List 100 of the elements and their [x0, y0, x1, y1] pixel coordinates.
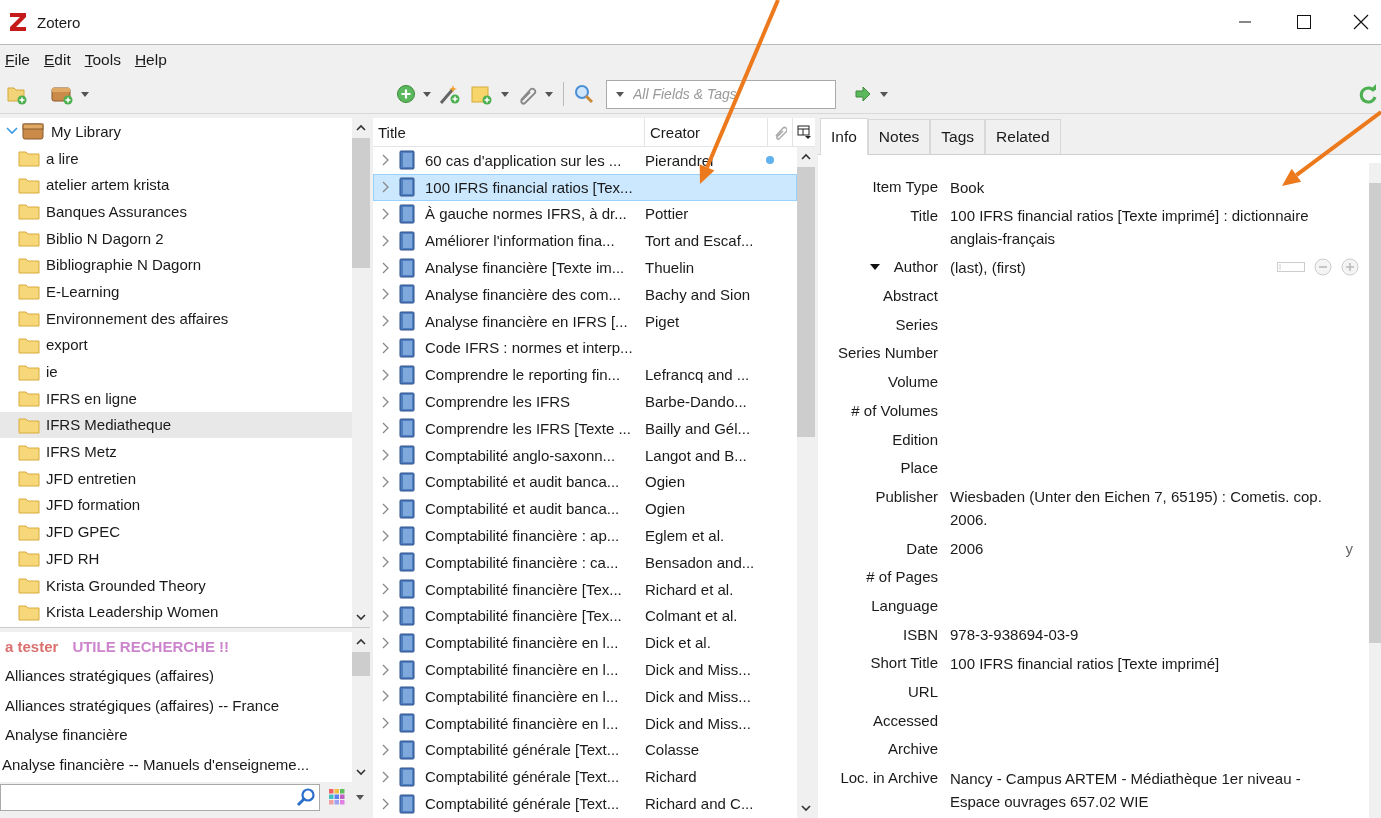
item-creator[interactable]: Tort and Escaf...	[645, 232, 763, 250]
item-creator[interactable]: Thuelin	[645, 259, 763, 277]
search-field[interactable]: All Fields & Tags	[606, 79, 836, 109]
chevron-right-icon[interactable]	[381, 770, 391, 783]
item-title[interactable]: Comptabilité générale [Text...	[425, 768, 645, 786]
field-value[interactable]: Book	[950, 175, 1345, 199]
menu-item[interactable]: Help	[134, 51, 175, 69]
menu-item[interactable]: Edit	[44, 51, 79, 69]
chevron-right-icon[interactable]	[381, 422, 391, 435]
tab[interactable]: Notes	[867, 119, 931, 154]
column-header[interactable]: Title	[373, 118, 645, 146]
collection-item[interactable]: JFD GPEC	[46, 523, 121, 541]
item-title[interactable]: Comptabilité financière [Tex...	[425, 607, 645, 625]
item-title[interactable]: Comptabilité financière en l...	[425, 634, 645, 652]
chevron-right-icon[interactable]	[381, 583, 391, 596]
collection-item[interactable]: ie	[46, 363, 58, 381]
collection-item[interactable]: a lire	[46, 149, 79, 167]
item-creator[interactable]: Langot and B...	[645, 446, 763, 464]
collection-item[interactable]: E-Learning	[46, 282, 120, 300]
item-creator[interactable]: Richard and C...	[645, 795, 763, 812]
item-title[interactable]: 100 IFRS financial ratios [Tex...	[425, 178, 645, 196]
item-title[interactable]: Comprendre les IFRS [Texte ...	[425, 419, 645, 437]
field-value[interactable]: 2006	[950, 537, 1345, 561]
item-title[interactable]: Comprendre les IFRS	[425, 393, 645, 411]
item-creator[interactable]: Dick and Miss...	[645, 714, 763, 732]
item-title[interactable]: Analyse financière des com...	[425, 285, 645, 303]
chevron-right-icon[interactable]	[381, 556, 391, 569]
tag[interactable]: Alliances stratégiques (affaires)	[5, 667, 214, 685]
collection-item[interactable]: JFD RH	[46, 549, 100, 567]
item-creator[interactable]: Dick and Miss...	[645, 661, 763, 679]
field-value[interactable]: 100 IFRS financial ratios [Texte imprimé]	[950, 651, 1345, 675]
item-title[interactable]: Comptabilité générale [Text...	[425, 795, 645, 812]
caret-icon[interactable]	[616, 91, 624, 97]
item-creator[interactable]: Pottier	[645, 205, 763, 223]
scrollbar[interactable]	[1369, 163, 1381, 818]
chevron-right-icon[interactable]	[381, 154, 391, 167]
item-title[interactable]: Comptabilité financière en l...	[425, 714, 645, 732]
dropdown-triangle-icon[interactable]	[869, 263, 880, 272]
chevron-right-icon[interactable]	[381, 502, 391, 515]
item-creator[interactable]: Bailly and Gél...	[645, 419, 763, 437]
item-creator[interactable]: Dick and Miss...	[645, 687, 763, 705]
chevron-right-icon[interactable]	[381, 475, 391, 488]
item-title[interactable]: Analyse financière [Texte im...	[425, 259, 645, 277]
tab[interactable]: Related	[985, 119, 1061, 154]
field-value[interactable]: 100 IFRS financial ratios [Texte imprimé] : dictionnaire anglais-français	[950, 204, 1345, 251]
item-title[interactable]: Comptabilité générale [Text...	[425, 741, 645, 759]
chevron-right-icon[interactable]	[381, 288, 391, 301]
scrollbar-thumb[interactable]	[352, 138, 370, 268]
scrollbar-thumb[interactable]	[1369, 183, 1381, 643]
chevron-right-icon[interactable]	[381, 368, 391, 381]
chevron-right-icon[interactable]	[381, 395, 391, 408]
item-title[interactable]: Comptabilité et audit banca...	[425, 473, 645, 491]
collection-item[interactable]: Environnement des affaires	[46, 309, 229, 327]
item-creator[interactable]: Richard	[645, 768, 763, 786]
field-value[interactable]: Wiesbaden (Unter den Eichen 7, 65195) : Cometis. cop. 2006.	[950, 485, 1345, 532]
item-creator[interactable]: Ogien	[645, 473, 763, 491]
item-title[interactable]: Comptabilité financière en l...	[425, 687, 645, 705]
column-picker-icon[interactable]	[797, 125, 811, 139]
item-creator[interactable]: Piget	[645, 312, 763, 330]
item-title[interactable]: Analyse financière en IFRS [...	[425, 312, 645, 330]
chevron-right-icon[interactable]	[381, 717, 391, 730]
field-value[interactable]: 978-3-938694-03-9	[950, 623, 1345, 647]
collection-item[interactable]: IFRS Mediatheque	[46, 416, 172, 434]
item-creator[interactable]: Lefrancq and ...	[645, 366, 763, 384]
item-creator[interactable]: Barbe-Dando...	[645, 393, 763, 411]
item-title[interactable]: Comptabilité financière : ca...	[425, 553, 645, 571]
item-creator[interactable]: Colmant et al.	[645, 607, 763, 625]
chevron-right-icon[interactable]	[381, 181, 391, 194]
scroll-down-icon[interactable]	[355, 766, 367, 778]
collection-item[interactable]: Biblio N Dagorn 2	[46, 229, 164, 247]
chevron-right-icon[interactable]	[381, 341, 391, 354]
collection-item[interactable]: My Library	[51, 122, 121, 140]
item-title[interactable]: Améliorer l'information fina...	[425, 232, 645, 250]
item-title[interactable]: Comptabilité et audit banca...	[425, 500, 645, 518]
collection-item[interactable]: atelier artem krista	[46, 176, 170, 194]
item-creator[interactable]: Ogien	[645, 500, 763, 518]
item-creator[interactable]: Bachy and Sion	[645, 285, 763, 303]
item-creator[interactable]: Bensadon and...	[645, 553, 763, 571]
collection-item[interactable]: IFRS en ligne	[46, 389, 137, 407]
item-creator[interactable]: Dick et al.	[645, 634, 763, 652]
scrollbar[interactable]	[797, 147, 815, 818]
scroll-down-icon[interactable]	[355, 611, 367, 623]
chevron-right-icon[interactable]	[381, 315, 391, 328]
tag-filter-field[interactable]	[0, 783, 320, 811]
column-header[interactable]: Creator	[645, 118, 768, 146]
chevron-right-icon[interactable]	[381, 261, 391, 274]
tag[interactable]: Analyse financière -- Manuels d'enseigneme...	[2, 755, 310, 773]
item-title[interactable]: Comptabilité financière : ap...	[425, 527, 645, 545]
item-title[interactable]: Comprendre le reporting fin...	[425, 366, 645, 384]
chevron-right-icon[interactable]	[381, 609, 391, 622]
chevron-right-icon[interactable]	[381, 743, 391, 756]
collection-item[interactable]: JFD entretien	[46, 469, 137, 487]
scrollbar-thumb[interactable]	[797, 167, 815, 437]
menu-item[interactable]: Tools	[84, 51, 129, 69]
tag[interactable]: Analyse financière	[5, 726, 128, 744]
caret-icon[interactable]	[356, 794, 364, 800]
item-creator[interactable]: Richard et al.	[645, 580, 763, 598]
collection-item[interactable]: Banques Assurances	[46, 202, 187, 220]
item-title[interactable]: Comptabilité anglo-saxonn...	[425, 446, 645, 464]
tag[interactable]: Alliances stratégiques (affaires) -- France	[5, 696, 279, 714]
